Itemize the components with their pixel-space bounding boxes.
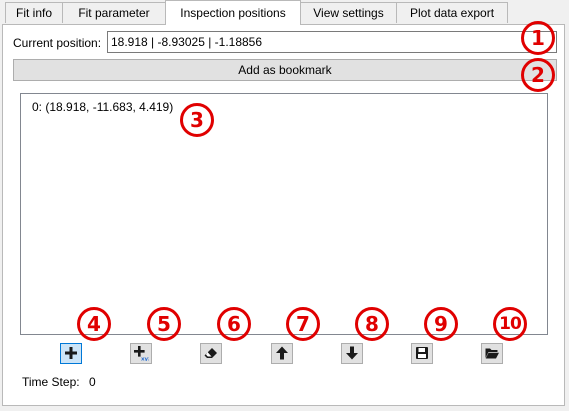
tab-view-settings[interactable]: View settings: [300, 2, 397, 23]
save-button[interactable]: [411, 343, 433, 364]
tab-bar: Fit info Fit parameter Inspection positi…: [0, 0, 569, 25]
time-step-value: 0: [89, 375, 96, 389]
current-position-input[interactable]: [107, 31, 557, 53]
list-item[interactable]: 0: (18.918, -11.683, 4.419): [32, 100, 173, 114]
add-bookmark-icon-button[interactable]: [60, 343, 82, 364]
annotation-badge-4: 4: [77, 307, 111, 341]
annotation-badge-10: 10: [493, 307, 527, 341]
move-down-button[interactable]: [341, 343, 363, 364]
move-up-button[interactable]: [271, 343, 293, 364]
annotation-badge-2: 2: [521, 58, 555, 92]
annotation-badge-9: 9: [424, 307, 458, 341]
tab-fit-parameter[interactable]: Fit parameter: [62, 2, 166, 23]
tab-fit-info[interactable]: Fit info: [5, 2, 63, 23]
eraser-icon: [204, 348, 217, 358]
current-position-label: Current position:: [13, 36, 102, 50]
add-bookmark-button[interactable]: Add as bookmark: [13, 59, 557, 81]
annotation-badge-7: 7: [286, 307, 320, 341]
bookmark-list[interactable]: 0: (18.918, -11.683, 4.419): [20, 93, 548, 335]
plus-xyz-icon: xyz: [134, 346, 149, 362]
annotation-badge-8: 8: [355, 307, 389, 341]
folder-open-icon: [485, 348, 499, 359]
tab-inspection-positions[interactable]: Inspection positions: [165, 0, 301, 25]
plus-icon: [65, 347, 77, 359]
arrow-up-icon: [276, 346, 288, 360]
floppy-disk-icon: [416, 347, 428, 359]
annotation-badge-3: 3: [180, 103, 214, 137]
svg-text:xyz: xyz: [141, 357, 149, 362]
add-xyz-bookmark-button[interactable]: xyz: [130, 343, 152, 364]
annotation-badge-5: 5: [147, 307, 181, 341]
open-button[interactable]: [481, 343, 503, 364]
arrow-down-icon: [346, 346, 358, 360]
annotation-badge-1: 1: [521, 21, 555, 55]
time-step-label: Time Step:: [22, 375, 80, 389]
tab-plot-data-export[interactable]: Plot data export: [396, 2, 508, 23]
annotation-badge-6: 6: [217, 307, 251, 341]
erase-button[interactable]: [200, 343, 222, 364]
